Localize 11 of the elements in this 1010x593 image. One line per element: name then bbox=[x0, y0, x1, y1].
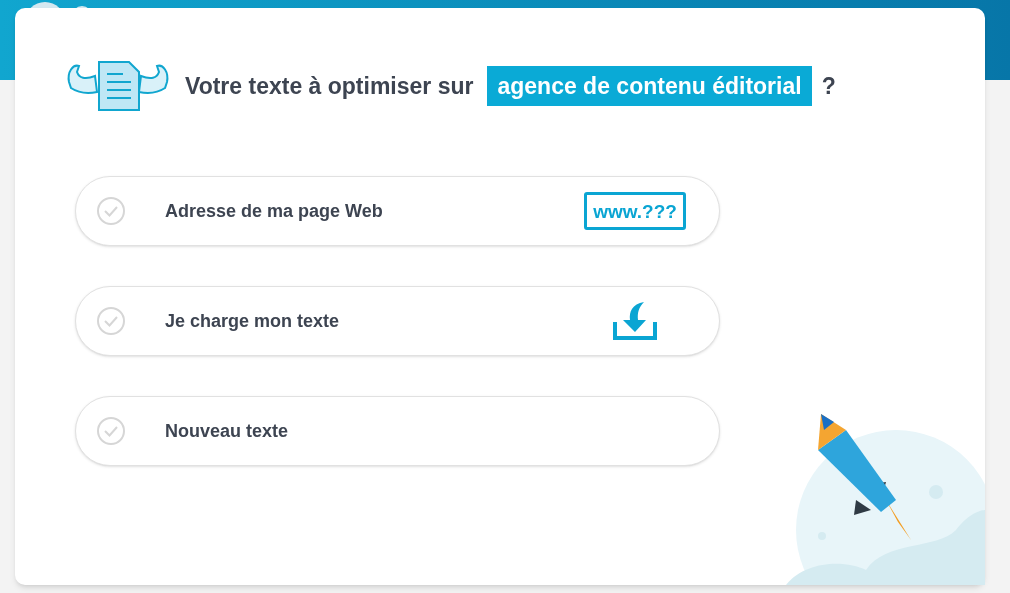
option-button[interactable]: Je charge mon texte bbox=[75, 286, 720, 356]
check-icon bbox=[96, 306, 126, 336]
heading-text: Votre texte à optimiser sur bbox=[185, 71, 474, 101]
check-icon bbox=[96, 196, 126, 226]
highlighted-keyword: agence de contenu éditorial bbox=[487, 65, 812, 107]
option-button[interactable]: Nouveau texte bbox=[75, 396, 720, 466]
question-mark: ? bbox=[821, 71, 836, 101]
upload-icon bbox=[612, 300, 658, 342]
web-address-icon: www.??? bbox=[584, 192, 686, 230]
option-button[interactable]: Adresse de ma page Web www.??? bbox=[75, 176, 720, 246]
check-icon bbox=[96, 416, 126, 446]
